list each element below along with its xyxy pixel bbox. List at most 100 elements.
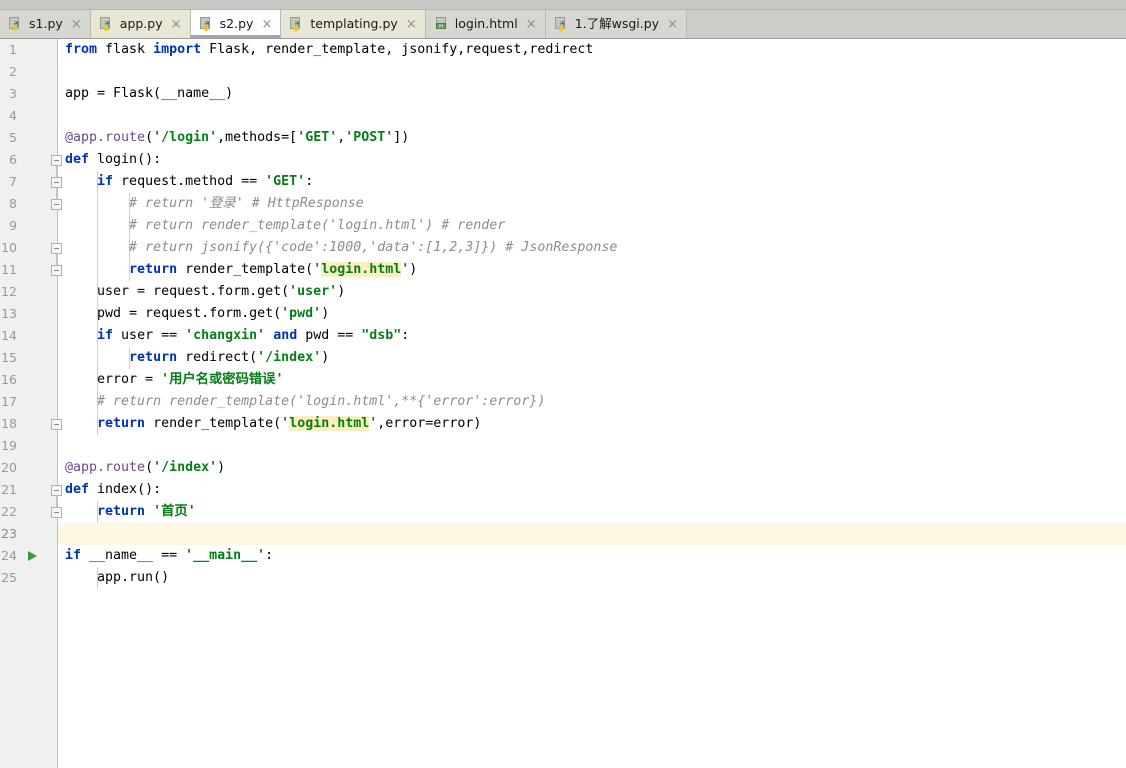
close-icon[interactable]: × (261, 18, 272, 31)
code-pane[interactable]: from flask import Flask, render_template… (58, 39, 1126, 768)
code-line[interactable]: @app.route('/login',methods=['GET','POST… (58, 127, 1126, 149)
gutter-row[interactable]: 23 (0, 523, 57, 545)
code-line[interactable]: pwd = request.form.get('pwd') (58, 303, 1126, 325)
code-line[interactable]: user = request.form.get('user') (58, 281, 1126, 303)
close-icon[interactable]: × (171, 18, 182, 31)
line-number: 24 (1, 548, 17, 563)
code-line[interactable] (58, 105, 1126, 127)
line-number: 6 (9, 152, 17, 167)
line-number: 19 (1, 438, 17, 453)
editor-tab-wsgi-py[interactable]: 1.了解wsgi.py × (545, 10, 688, 38)
gutter-row[interactable]: 13 (0, 303, 57, 325)
close-icon[interactable]: × (526, 18, 537, 31)
editor-tab-bar[interactable]: s1.py × app.py × s2.py × templating.py ×… (0, 10, 1126, 39)
gutter-row[interactable]: 11 (0, 259, 57, 281)
fold-collapse-icon[interactable] (51, 199, 62, 210)
python-file-icon (290, 16, 304, 32)
fold-collapse-icon[interactable] (51, 265, 62, 276)
python-file-icon (199, 16, 214, 32)
gutter-row[interactable]: 19 (0, 435, 57, 457)
editor-tab-login-html[interactable]: H login.html × (425, 10, 546, 38)
editor-gutter[interactable]: 1 2 3 4 5 6 7 8 9 10 11 12 13 14 15 16 17 18 19 20 21 22 23 24 2… (0, 39, 62, 768)
editor-tab-s1-py[interactable]: s1.py × (0, 10, 91, 38)
code-line[interactable]: return render_template('login.html',erro… (58, 413, 1126, 435)
code-line[interactable] (58, 435, 1126, 457)
code-line[interactable]: @app.route('/index') (58, 457, 1126, 479)
code-text[interactable]: from flask import Flask, render_template… (58, 39, 1126, 589)
code-line[interactable]: return '首页' (58, 501, 1126, 523)
code-line[interactable]: # return '登录' # HttpResponse (58, 193, 1126, 215)
gutter-row[interactable]: 24 (0, 545, 57, 567)
gutter-row[interactable]: 8 (0, 193, 57, 215)
code-line[interactable]: app = Flask(__name__) (58, 83, 1126, 105)
line-number: 20 (1, 460, 17, 475)
gutter-row[interactable]: 14 (0, 325, 57, 347)
line-number: 14 (1, 328, 17, 343)
gutter-row[interactable]: 2 (0, 61, 57, 83)
tab-label: app.py (119, 15, 163, 31)
close-icon[interactable]: × (667, 18, 678, 31)
code-line[interactable]: app.run() (58, 567, 1126, 589)
gutter-row[interactable]: 12 (0, 281, 57, 303)
tab-label: templating.py (310, 15, 398, 31)
fold-collapse-icon[interactable] (51, 419, 62, 430)
code-line[interactable]: if __name__ == '__main__': (58, 545, 1126, 567)
code-line[interactable]: if user == 'changxin' and pwd == "dsb": (58, 325, 1126, 347)
code-editor[interactable]: 1 2 3 4 5 6 7 8 9 10 11 12 13 14 15 16 17 18 19 20 21 22 23 24 2… (0, 39, 1126, 768)
gutter-row[interactable]: 25 (0, 567, 57, 589)
code-line[interactable]: if request.method == 'GET': (58, 171, 1126, 193)
code-line[interactable]: from flask import Flask, render_template… (58, 39, 1126, 61)
gutter-row[interactable]: 20 (0, 457, 57, 479)
gutter-row[interactable]: 1 (0, 39, 57, 61)
fold-collapse-icon[interactable] (51, 485, 62, 496)
python-file-icon (99, 16, 114, 32)
code-line[interactable]: # return render_template('login.html',**… (58, 391, 1126, 413)
fold-collapse-icon[interactable] (51, 507, 62, 518)
close-icon[interactable]: × (406, 18, 417, 31)
gutter-row[interactable]: 17 (0, 391, 57, 413)
fold-collapse-icon[interactable] (51, 177, 62, 188)
code-line[interactable]: # return render_template('login.html') #… (58, 215, 1126, 237)
code-line[interactable]: # return jsonify({'code':1000,'data':[1,… (58, 237, 1126, 259)
run-play-icon[interactable] (28, 551, 37, 561)
line-number: 15 (1, 350, 17, 365)
line-number: 21 (1, 482, 17, 497)
code-line[interactable] (58, 523, 1126, 545)
gutter-row[interactable]: 7 (0, 171, 57, 193)
gutter-row[interactable]: 10 (0, 237, 57, 259)
code-line[interactable]: return render_template('login.html') (58, 259, 1126, 281)
tab-bar-filler (687, 10, 1126, 38)
code-line[interactable]: return redirect('/index') (58, 347, 1126, 369)
gutter-row[interactable]: 15 (0, 347, 57, 369)
editor-tab-app-py[interactable]: app.py × (90, 10, 191, 38)
editor-tab-templating-py[interactable]: templating.py × (281, 10, 426, 38)
gutter-row[interactable]: 6 (0, 149, 57, 171)
tab-label: s1.py (29, 15, 63, 31)
line-number: 25 (1, 570, 17, 585)
fold-collapse-icon[interactable] (51, 243, 62, 254)
close-icon[interactable]: × (71, 18, 82, 31)
svg-text:H: H (439, 24, 443, 30)
code-line[interactable] (58, 61, 1126, 83)
fold-connector-line (56, 495, 57, 507)
tab-label: s2.py (219, 15, 254, 31)
editor-tab-s2-py[interactable]: s2.py × (190, 10, 282, 38)
fold-connector-line (56, 253, 57, 265)
line-number: 4 (9, 108, 17, 123)
gutter-row[interactable]: 3 (0, 83, 57, 105)
line-number: 8 (9, 196, 17, 211)
fold-collapse-icon[interactable] (51, 155, 62, 166)
gutter-row[interactable]: 18 (0, 413, 57, 435)
code-line[interactable]: error = '用户名或密码错误' (58, 369, 1126, 391)
window-top-strip (0, 0, 1126, 10)
gutter-row[interactable]: 22 (0, 501, 57, 523)
code-line[interactable]: def login(): (58, 149, 1126, 171)
line-number: 16 (1, 372, 17, 387)
gutter-row[interactable]: 4 (0, 105, 57, 127)
gutter-row[interactable]: 16 (0, 369, 57, 391)
gutter-row[interactable]: 5 (0, 127, 57, 149)
gutter-row[interactable]: 21 (0, 479, 57, 501)
gutter-row[interactable]: 9 (0, 215, 57, 237)
python-file-icon (554, 16, 569, 32)
code-line[interactable]: def index(): (58, 479, 1126, 501)
